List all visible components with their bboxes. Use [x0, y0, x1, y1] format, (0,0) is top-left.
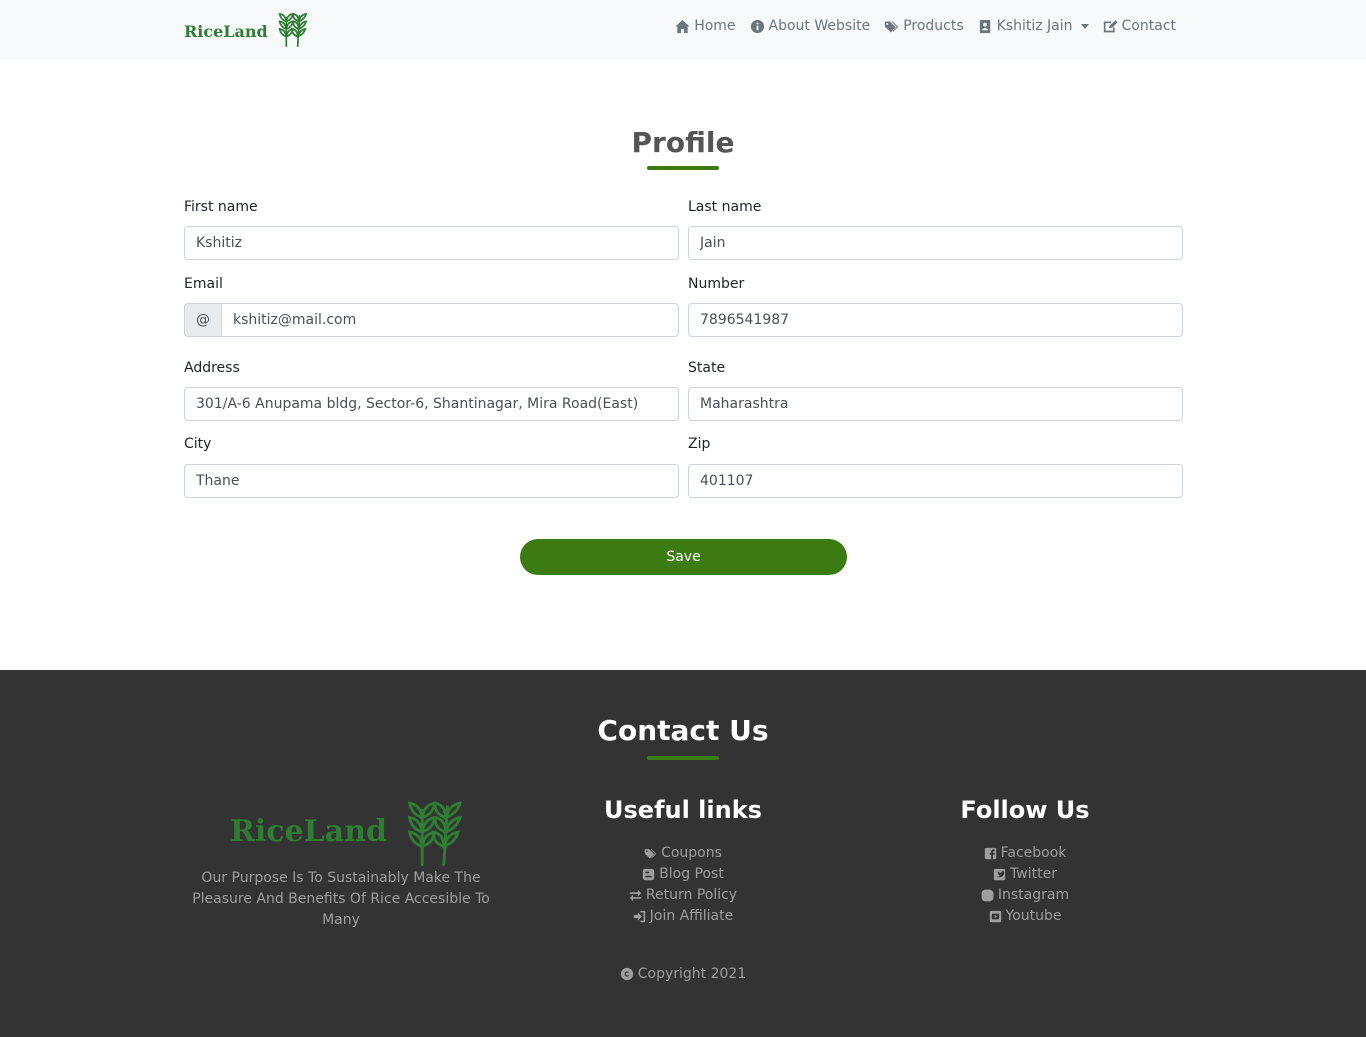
facebook-square-icon	[984, 847, 996, 860]
email-at-addon: @	[184, 303, 222, 337]
link-twitter-label: Twitter	[1010, 866, 1057, 882]
link-youtube[interactable]: Youtube	[875, 906, 1175, 927]
copyright-icon	[620, 967, 633, 981]
link-return-policy[interactable]: Return Policy	[533, 885, 833, 906]
footer-description: Our Purpose Is To Sustainably Make The P…	[192, 870, 490, 928]
copyright-text: Copyright 2021	[637, 966, 747, 982]
address-input[interactable]	[184, 387, 679, 421]
nav-products-label: Products	[903, 18, 964, 34]
zip-label: Zip	[688, 436, 711, 452]
nav-contact[interactable]: Contact	[1103, 18, 1176, 34]
wheat-icon	[407, 801, 463, 866]
nav-contact-label: Contact	[1121, 18, 1176, 34]
edit-icon	[1103, 19, 1118, 32]
exchange-icon	[629, 889, 642, 902]
link-youtube-label: Youtube	[1005, 908, 1062, 924]
link-blog-post-label: Blog Post	[659, 866, 724, 882]
email-label: Email	[184, 276, 223, 292]
link-instagram[interactable]: Instagram	[875, 885, 1175, 906]
nav-products[interactable]: Products	[884, 18, 964, 34]
nav-home[interactable]: Home	[675, 18, 736, 34]
brand-name: RiceLand	[184, 21, 268, 41]
save-button[interactable]: Save	[520, 539, 847, 575]
profile-section: Profile First name Last name Email @ Num…	[0, 60, 1366, 670]
nav-about-label: About Website	[768, 18, 871, 34]
navbar: RiceLand Home About Website Products Ksh…	[0, 0, 1366, 60]
last-name-label: Last name	[688, 199, 762, 215]
twitter-square-icon	[993, 868, 1006, 881]
link-instagram-label: Instagram	[997, 887, 1070, 903]
first-name-input[interactable]	[184, 226, 679, 260]
email-input[interactable]	[221, 303, 679, 337]
link-join-affiliate[interactable]: Join Affiliate	[533, 906, 833, 927]
last-name-input[interactable]	[688, 226, 1183, 260]
state-label: State	[688, 360, 726, 376]
footer-brand-name: RiceLand	[230, 814, 388, 849]
useful-links-heading: Useful links	[604, 796, 762, 824]
number-input[interactable]	[688, 303, 1183, 337]
city-input[interactable]	[184, 464, 679, 498]
nav-user-label: Kshitiz Jain	[996, 18, 1073, 34]
nav-about[interactable]: About Website	[750, 18, 871, 34]
footer-title: Contact Us	[597, 714, 769, 747]
footer: Contact Us RiceLand Our Purpose Is To Su…	[0, 670, 1366, 1037]
blogger-icon	[642, 868, 655, 881]
link-return-policy-label: Return Policy	[645, 887, 738, 903]
nav-menu: Home About Website Products Kshitiz Jain…	[675, 18, 1176, 34]
address-book-icon	[979, 19, 990, 33]
wheat-icon	[278, 12, 308, 47]
footer-brand-logo: RiceLand	[230, 796, 469, 868]
sign-in-icon	[633, 910, 645, 923]
link-coupons[interactable]: Coupons	[533, 843, 833, 864]
brand-logo[interactable]: RiceLand	[184, 10, 312, 48]
link-facebook-label: Facebook	[1000, 845, 1067, 861]
follow-us-heading: Follow Us	[960, 796, 1090, 824]
footer-title-underline	[647, 756, 719, 760]
link-blog-post[interactable]: Blog Post	[533, 864, 833, 885]
chevron-down-icon	[1080, 23, 1089, 29]
instagram-icon	[981, 889, 994, 902]
social-links-list: Facebook Twitter Instagram Youtube	[875, 843, 1175, 927]
nav-user-dropdown[interactable]: Kshitiz Jain	[978, 18, 1089, 34]
link-twitter[interactable]: Twitter	[875, 864, 1175, 885]
number-label: Number	[688, 276, 745, 292]
useful-links-list: Coupons Blog Post Return Policy Join Aff…	[533, 843, 833, 927]
page-title: Profile	[631, 126, 735, 159]
link-facebook[interactable]: Facebook	[875, 843, 1175, 864]
home-icon	[675, 19, 690, 33]
zip-input[interactable]	[688, 464, 1183, 498]
link-join-affiliate-label: Join Affiliate	[649, 908, 734, 924]
info-circle-icon	[750, 19, 764, 33]
copyright: Copyright 2021	[0, 966, 1366, 982]
address-label: Address	[184, 360, 240, 376]
title-underline	[647, 166, 719, 170]
city-label: City	[184, 436, 212, 452]
nav-home-label: Home	[694, 18, 736, 34]
link-coupons-label: Coupons	[661, 845, 722, 861]
tags-icon	[885, 21, 899, 32]
youtube-square-icon	[989, 910, 1001, 923]
state-input[interactable]	[688, 387, 1183, 421]
first-name-label: First name	[184, 199, 258, 215]
tags-icon	[644, 849, 657, 859]
